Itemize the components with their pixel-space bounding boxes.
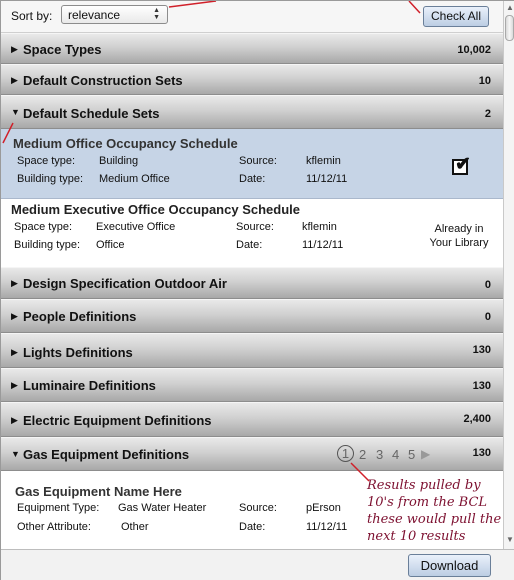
result-title: Gas Equipment Name Here [15,484,182,499]
page-2[interactable]: 2 [359,447,366,462]
sort-value: relevance [68,8,121,22]
category-name: Design Specification Outdoor Air [23,276,227,291]
sort-toolbar: Sort by: relevance ▲ ▼ Check All [1,1,503,33]
caret-right-icon: ▶ [11,44,18,54]
category-electric-equipment-definitions[interactable]: ▶ Electric Equipment Definitions 2,400 [1,402,503,437]
caret-down-icon: ▼ [11,107,20,117]
scroll-up-icon[interactable]: ▲ [506,3,514,12]
field-label: Space type: [17,155,76,167]
category-default-construction-sets[interactable]: ▶ Default Construction Sets 10 [1,64,503,95]
stepper-arrows-icon: ▲ ▼ [153,7,160,21]
caret-right-icon: ▶ [11,347,18,357]
sort-dropdown[interactable]: relevance ▲ ▼ [61,5,168,24]
meta-label: Date: [239,173,266,185]
bottom-toolbar: Download [1,549,514,580]
select-checkbox[interactable]: ✔ [452,154,471,175]
category-people-definitions[interactable]: ▶ People Definitions 0 [1,299,503,333]
category-luminaire-definitions[interactable]: ▶ Luminaire Definitions 130 [1,368,503,402]
next-page-icon[interactable]: ▶ [421,447,430,461]
meta-value: 11/12/11 [306,521,348,533]
category-space-types[interactable]: ▶ Space Types 10,002 [1,33,503,64]
category-count: 130 [472,380,491,392]
category-count: 130 [472,447,491,459]
category-count: 130 [472,344,491,356]
field-label: Space type: [14,221,73,233]
caret-right-icon: ▶ [11,380,18,390]
result-item-medium-executive-office-occupancy[interactable]: Medium Executive Office Occupancy Schedu… [1,199,503,267]
result-item-medium-office-occupancy[interactable]: Medium Office Occupancy Schedule Space t… [1,129,503,199]
caret-right-icon: ▶ [11,311,18,321]
scroll-down-icon[interactable]: ▼ [506,535,514,544]
check-all-button[interactable]: Check All [423,6,489,27]
download-button[interactable]: Download [408,554,491,577]
page-3[interactable]: 3 [376,447,383,462]
category-lights-definitions[interactable]: ▶ Lights Definitions 130 [1,333,503,368]
field-value: Other [121,521,149,533]
category-name: Gas Equipment Definitions [23,447,190,462]
sort-label: Sort by: [11,9,53,23]
category-name: Lights Definitions [23,345,133,360]
category-name: Default Construction Sets [23,73,183,88]
field-value: Gas Water Heater [118,502,207,514]
bcl-search-window: Sort by: relevance ▲ ▼ Check All ▶ Space … [0,0,514,580]
already-in-library-status: Already in Your Library [421,222,497,250]
result-title: Medium Office Occupancy Schedule [13,136,238,151]
field-value: Office [96,239,125,251]
caret-right-icon: ▶ [11,75,18,85]
field-value: Building [99,155,139,167]
meta-value: pErson [306,502,341,514]
meta-label: Source: [236,221,274,233]
page-5[interactable]: 5 [408,447,415,462]
checkmark-icon: ✔ [455,154,471,175]
caret-right-icon: ▶ [11,415,18,425]
meta-value: kflemin [306,155,341,167]
category-name: Electric Equipment Definitions [23,413,212,428]
category-design-specification-outdoor-air[interactable]: ▶ Design Specification Outdoor Air 0 [1,267,503,299]
meta-label: Date: [239,521,266,533]
result-title: Medium Executive Office Occupancy Schedu… [11,202,300,217]
category-count: 10,002 [457,44,491,56]
category-count: 10 [478,75,491,87]
field-label: Other Attribute: [17,521,91,533]
annotation-note: Results pulled by 10's from the BCL thes… [367,478,502,544]
status-line: Already in [434,223,484,235]
category-default-schedule-sets[interactable]: ▼ Default Schedule Sets 2 [1,95,503,129]
category-name: People Definitions [23,309,137,324]
field-label: Building type: [17,173,84,185]
meta-value: kflemin [302,221,337,233]
category-count: 0 [484,311,491,323]
category-name: Space Types [23,42,102,57]
page-1-current[interactable]: 1 [337,445,354,462]
status-line: Your Library [429,237,489,249]
vertical-scrollbar[interactable]: ▲ ▼ [503,1,514,549]
meta-value: 11/12/11 [306,173,348,185]
field-label: Equipment Type: [17,502,100,514]
caret-right-icon: ▶ [11,278,18,288]
category-count: 2,400 [463,413,491,425]
category-count: 2 [484,108,491,120]
meta-label: Source: [239,155,277,167]
field-value: Medium Office [99,173,170,185]
caret-down-icon: ▼ [11,449,20,459]
page-4[interactable]: 4 [392,447,399,462]
category-name: Default Schedule Sets [23,106,160,121]
field-value: Executive Office [96,221,176,233]
scrollbar-thumb[interactable] [505,15,514,41]
category-name: Luminaire Definitions [23,378,156,393]
meta-label: Date: [236,239,263,251]
meta-value: 11/12/11 [302,239,344,251]
meta-label: Source: [239,502,277,514]
field-label: Building type: [14,239,81,251]
category-count: 0 [484,279,491,291]
